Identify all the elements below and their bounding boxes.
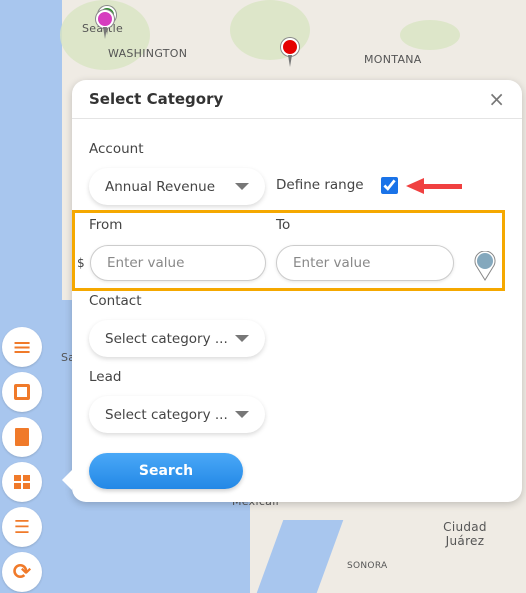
grid-icon — [14, 475, 30, 489]
map-label: WASHINGTON — [108, 47, 188, 60]
map-label: Ciudad Juárez — [443, 520, 487, 548]
map-pin-icon[interactable] — [473, 251, 497, 281]
map-pin-magenta[interactable] — [96, 10, 114, 39]
contact-label: Contact — [89, 293, 142, 309]
select-category-dialog: Select Category × Account Annual Revenue… — [62, 80, 522, 502]
lead-select[interactable]: Select category ... — [89, 396, 265, 433]
contact-selected-value: Select category ... — [105, 330, 228, 347]
map-label: SONORA — [347, 561, 388, 571]
save-button[interactable] — [2, 372, 42, 412]
currency-symbol: $ — [77, 256, 85, 270]
to-label: To — [276, 217, 291, 233]
chevron-down-icon — [235, 183, 249, 190]
close-icon[interactable]: × — [488, 87, 505, 111]
account-select[interactable]: Annual Revenue — [89, 168, 265, 205]
menu-button[interactable]: ≡ — [2, 327, 42, 367]
red-arrow-annotation — [406, 178, 462, 194]
document-icon — [15, 428, 29, 446]
from-input[interactable] — [90, 245, 266, 281]
to-input[interactable] — [276, 245, 454, 281]
numbered-list-button[interactable]: ☰ — [2, 507, 42, 547]
map-label: MONTANA — [364, 53, 422, 66]
save-icon — [14, 384, 30, 400]
refresh-icon: ⟳ — [12, 559, 32, 585]
dialog-title: Select Category — [89, 90, 224, 108]
map-pin-red[interactable] — [281, 38, 299, 67]
document-button[interactable] — [2, 417, 42, 457]
chevron-down-icon — [235, 335, 249, 342]
search-button[interactable]: Search — [89, 453, 243, 489]
chevron-down-icon — [235, 411, 249, 418]
contact-select[interactable]: Select category ... — [89, 320, 265, 357]
menu-icon: ≡ — [11, 333, 33, 361]
numbered-list-icon: ☰ — [13, 516, 31, 538]
define-range-label: Define range — [276, 177, 364, 193]
refresh-button[interactable]: ⟳ — [2, 552, 42, 592]
account-selected-value: Annual Revenue — [105, 178, 216, 195]
account-label: Account — [89, 141, 144, 157]
define-range-checkbox[interactable] — [381, 177, 398, 194]
from-label: From — [89, 217, 123, 233]
grid-button[interactable] — [2, 462, 42, 502]
lead-label: Lead — [89, 369, 122, 385]
lead-selected-value: Select category ... — [105, 406, 228, 423]
